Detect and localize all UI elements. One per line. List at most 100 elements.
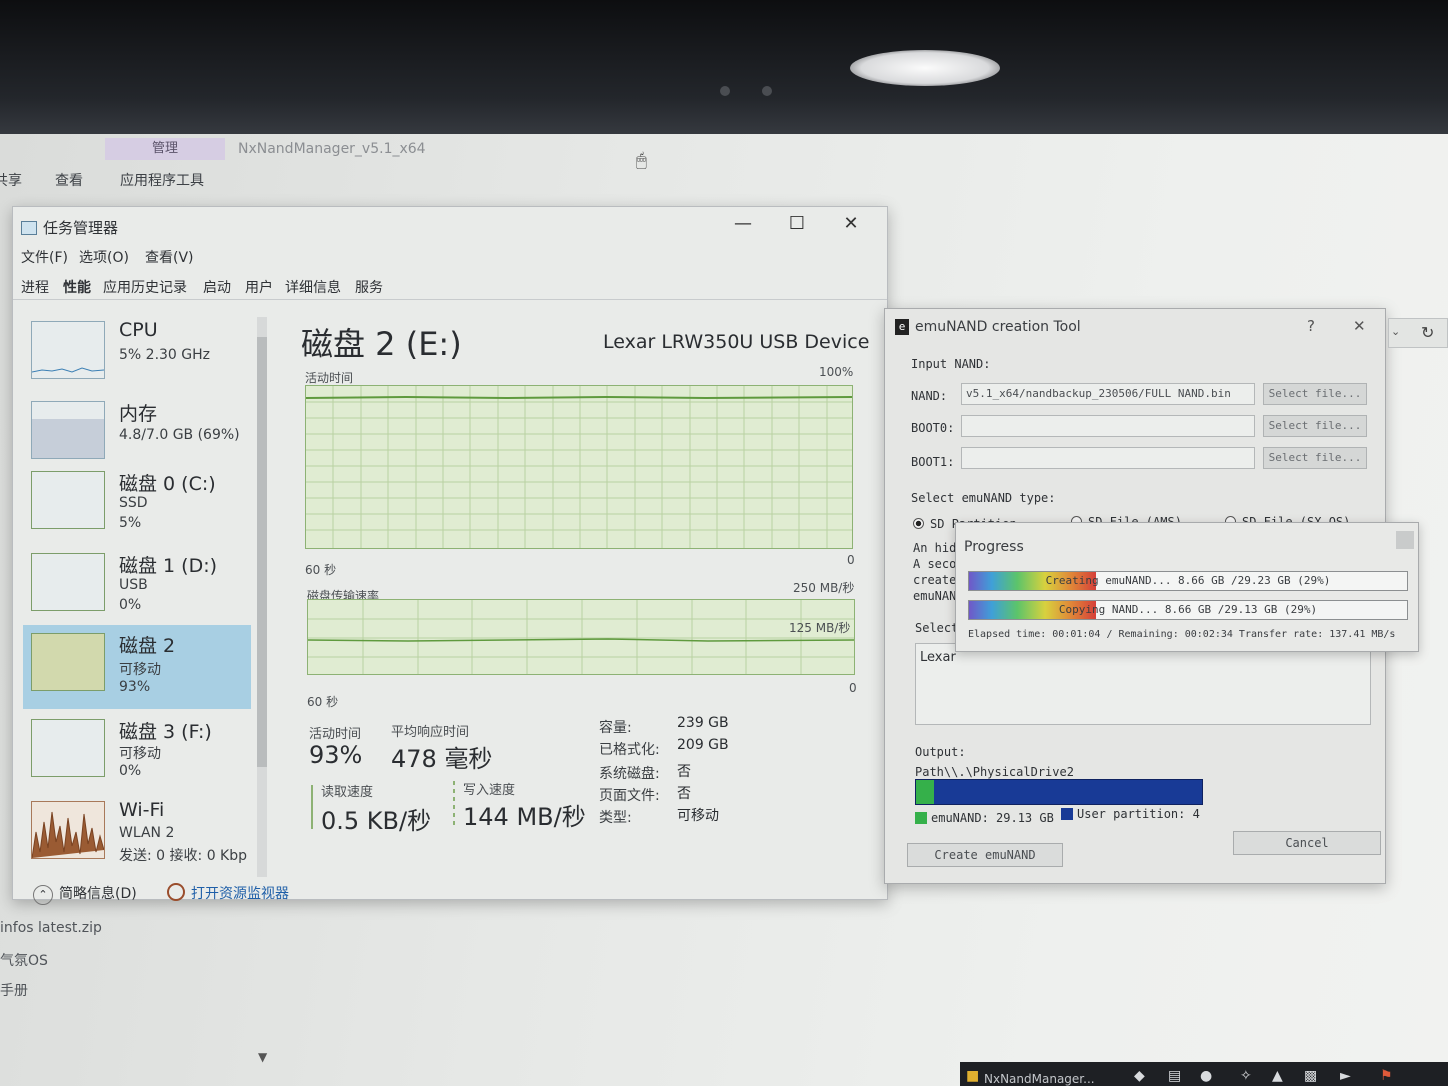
system-disk-label: 系统磁盘: xyxy=(599,766,660,782)
sidebar-item-cpu[interactable]: CPU 5% 2.30 GHz xyxy=(23,313,251,393)
active-time-label: 活动时间 xyxy=(305,371,354,385)
resource-monitor-label: 打开资源监视器 xyxy=(191,886,289,902)
task-manager-window: 任务管理器 — ☐ ✕ 文件(F) 选项(O) 查看(V) 进程 性能 应用历史… xyxy=(12,206,888,905)
read-speed-indicator xyxy=(311,785,313,829)
light-glare xyxy=(850,50,1000,86)
select-drive-label: Select xyxy=(915,621,959,635)
boot1-label: BOOT1: xyxy=(911,455,955,469)
sidebar-item-label: Wi-Fi xyxy=(119,799,165,821)
bluetooth-icon[interactable]: ✧ xyxy=(1240,1068,1252,1084)
description-line: An hid xyxy=(913,541,957,555)
chevron-down-icon: ⌄ xyxy=(1391,325,1401,338)
active-time-graph xyxy=(305,385,853,549)
nand-select-file-button[interactable]: Select file... xyxy=(1263,383,1367,405)
sidebar-item-disk-3[interactable]: 磁盘 3 (F:) 可移动 0% xyxy=(23,711,251,791)
tab-performance[interactable]: 性能 xyxy=(63,277,91,297)
boot0-select-file-button[interactable]: Select file... xyxy=(1263,415,1367,437)
keyboard-icon[interactable]: ▤ xyxy=(1168,1068,1181,1084)
cancel-button[interactable]: Cancel xyxy=(1233,831,1381,855)
output-path: Path\\.\PhysicalDrive2 xyxy=(915,765,1074,779)
memory-thumbnail-graph xyxy=(31,401,105,459)
summary-label: 简略信息(D) xyxy=(59,886,137,902)
maximize-button[interactable]: ☐ xyxy=(785,213,809,234)
sidebar-item-detail: 0% xyxy=(119,597,142,613)
drive-list-item[interactable]: Lexar xyxy=(920,650,956,665)
sidebar-item-detail: 5% xyxy=(119,515,142,531)
read-speed-stat: 0.5 KB/秒 xyxy=(321,807,432,835)
type-value: 可移动 xyxy=(677,808,719,824)
sidebar-item-memory[interactable]: 内存 4.8/7.0 GB (69%) xyxy=(23,393,251,473)
wifi-thumbnail-graph xyxy=(31,801,105,859)
sidebar-item-disk-2[interactable]: 磁盘 2 可移动 93% xyxy=(23,625,251,709)
legend-blue-swatch xyxy=(1061,808,1073,820)
folder-icon[interactable]: ■ xyxy=(966,1068,979,1084)
tab-app-history[interactable]: 应用历史记录 xyxy=(103,277,187,297)
shield-icon[interactable]: ◆ xyxy=(1134,1068,1145,1084)
boot1-path-field[interactable] xyxy=(961,447,1255,469)
active-time-graph-grid xyxy=(306,386,852,548)
output-partition-emunand-segment xyxy=(916,780,934,804)
progress-bar-creating-text: Creating emuNAND... 8.66 GB /29.23 GB (2… xyxy=(1045,574,1331,587)
network-icon[interactable]: ▲ xyxy=(1272,1068,1283,1084)
cpu-thumbnail-line xyxy=(31,367,105,373)
sidebar-scrollbar-thumb[interactable] xyxy=(257,337,267,767)
progress-bar-copying-text: Copying NAND... 8.66 GB /29.13 GB (29%) xyxy=(1058,603,1318,616)
drive-list[interactable]: Lexar xyxy=(915,643,1371,725)
notification-icon[interactable]: ⚑ xyxy=(1380,1068,1393,1084)
system-disk-value: 否 xyxy=(677,764,691,780)
sidebar-item-disk-1[interactable]: 磁盘 1 (D:) USB 0% xyxy=(23,545,251,625)
volume-icon[interactable]: ► xyxy=(1340,1068,1351,1084)
sidebar-item-detail: 4.8/7.0 GB (69%) xyxy=(119,427,240,443)
read-speed-label: 读取速度 xyxy=(321,785,374,800)
menu-view[interactable]: 查看(V) xyxy=(145,247,194,267)
open-resource-monitor-link[interactable]: 打开资源监视器 xyxy=(167,883,289,903)
legend-emunand-text: emuNAND: 29.13 GB xyxy=(931,811,1054,825)
background-file-os[interactable]: 气氛OS xyxy=(0,950,48,970)
close-icon[interactable]: ✕ xyxy=(1353,317,1366,335)
minimize-button[interactable]: — xyxy=(731,213,755,234)
transfer-rate-max: 250 MB/秒 xyxy=(793,581,855,595)
tab-users[interactable]: 用户 xyxy=(245,277,273,297)
legend-green-swatch xyxy=(915,812,927,824)
refresh-icon[interactable]: ↻ xyxy=(1421,323,1434,342)
menu-options[interactable]: 选项(O) xyxy=(79,247,129,267)
ribbon-tab-app-tools[interactable]: 应用程序工具 xyxy=(120,170,204,190)
emunand-type-label: Select emuNAND type: xyxy=(911,491,1056,505)
transfer-rate-min: 0 xyxy=(849,681,857,695)
progress-close-button[interactable] xyxy=(1396,531,1414,549)
ribbon-manage-tab[interactable]: 管理 xyxy=(105,138,225,160)
device-name: Lexar LRW350U USB Device xyxy=(603,331,870,353)
tab-details[interactable]: 详细信息 xyxy=(285,277,341,297)
disk-1-thumbnail-graph xyxy=(31,553,105,611)
help-button[interactable]: ? xyxy=(1307,317,1315,335)
sidebar-item-wifi[interactable]: Wi-Fi WLAN 2 发送: 0 接收: 0 Kbp xyxy=(23,793,251,873)
background-file-zip[interactable]: infos latest.zip xyxy=(0,920,102,936)
tab-processes[interactable]: 进程 xyxy=(21,277,49,297)
summary-toggle[interactable]: ⌃ 简略信息(D) xyxy=(33,883,137,905)
boot1-select-file-button[interactable]: Select file... xyxy=(1263,447,1367,469)
ribbon-tab-view[interactable]: 查看 xyxy=(55,170,83,190)
background-file-guide[interactable]: 手册 xyxy=(0,980,28,1000)
sidebar-item-disk-0[interactable]: 磁盘 0 (C:) SSD 5% xyxy=(23,463,251,543)
tab-startup[interactable]: 启动 xyxy=(203,277,231,297)
task-manager-icon xyxy=(21,221,37,235)
camera-dot-icon xyxy=(720,86,730,96)
description-line: emuNAN xyxy=(913,589,957,603)
transfer-rate-mid: 125 MB/秒 xyxy=(789,621,851,635)
menu-file[interactable]: 文件(F) xyxy=(21,247,68,267)
close-button[interactable]: ✕ xyxy=(839,213,863,234)
boot0-path-field[interactable] xyxy=(961,415,1255,437)
app-logo-icon: e xyxy=(895,319,909,335)
explorer-scroll-down-icon[interactable]: ▼ xyxy=(258,1050,267,1064)
create-emunand-button[interactable]: Create emuNAND xyxy=(907,843,1063,867)
chevron-up-icon: ⌃ xyxy=(33,885,53,905)
sidebar-item-detail: WLAN 2 xyxy=(119,825,175,841)
tab-services[interactable]: 服务 xyxy=(355,277,383,297)
taskbar-item-nxnandmanager[interactable]: NxNandManager... xyxy=(984,1072,1095,1086)
display-icon[interactable]: ▩ xyxy=(1304,1068,1317,1084)
active-time-span: 60 秒 xyxy=(305,563,337,577)
app-tray-icon[interactable]: ● xyxy=(1200,1068,1212,1084)
nand-path-field[interactable]: v5.1_x64/nandbackup_230506/FULL NAND.bin xyxy=(961,383,1255,405)
output-label: Output: xyxy=(915,745,966,759)
ribbon-tab-share[interactable]: 共享 xyxy=(0,170,22,190)
